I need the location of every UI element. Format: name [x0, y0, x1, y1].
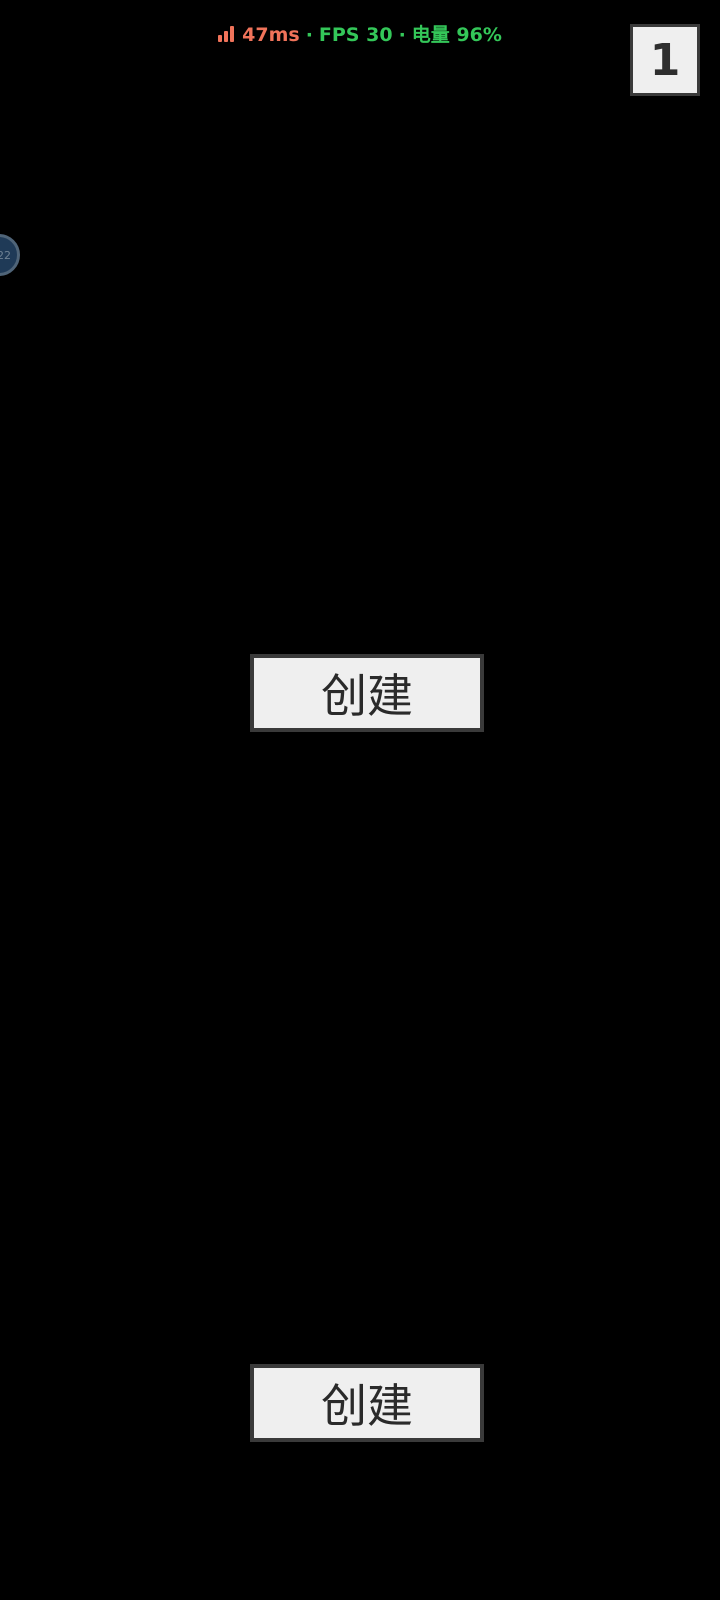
- latency-readout: 47ms: [242, 24, 300, 46]
- app-screen: 47ms · FPS 30 · 电量 96% 1 22 创建 创建: [0, 0, 720, 1600]
- signal-bars-icon: [218, 25, 236, 42]
- battery-readout: 电量 96%: [411, 24, 502, 46]
- page-counter-button[interactable]: 1: [630, 24, 700, 96]
- fps-readout: FPS 30: [318, 24, 393, 46]
- separator: ·: [398, 24, 406, 46]
- floating-assistive-ball[interactable]: 22: [0, 234, 20, 276]
- performance-overlay: 47ms · FPS 30 · 电量 96%: [0, 22, 720, 48]
- floating-ball-label: 22: [0, 248, 11, 262]
- separator: ·: [305, 24, 313, 46]
- create-button-bottom[interactable]: 创建: [250, 1364, 484, 1442]
- create-button-top[interactable]: 创建: [250, 654, 484, 732]
